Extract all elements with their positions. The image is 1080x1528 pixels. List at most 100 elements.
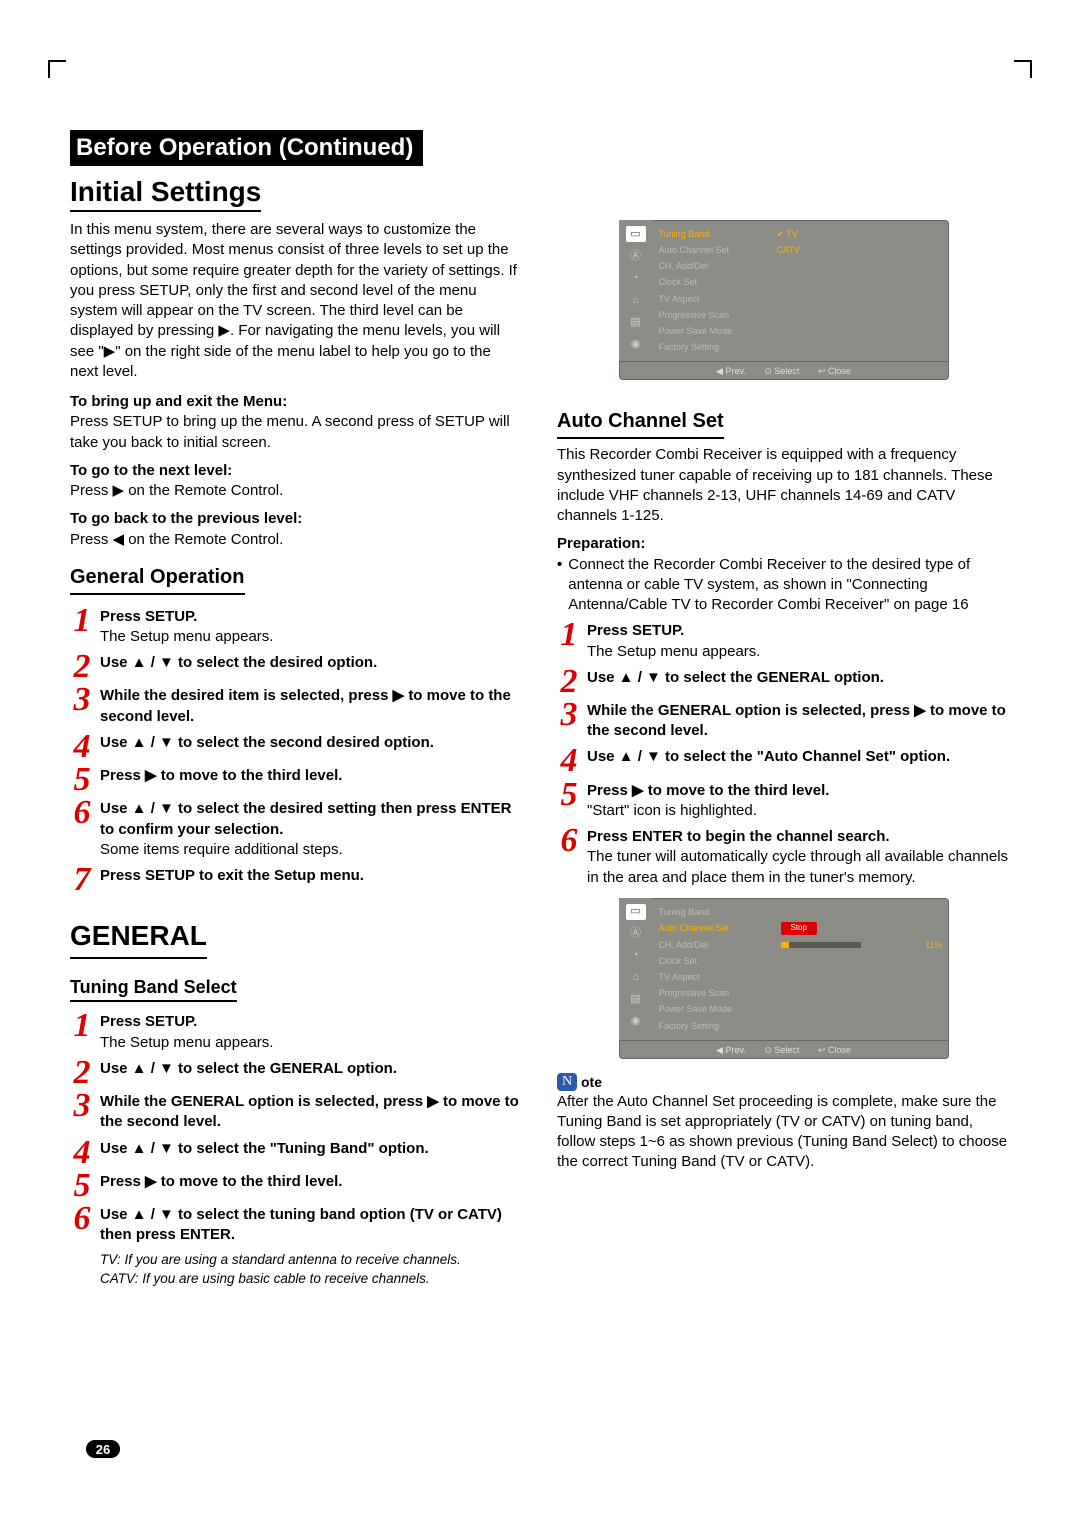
- osd-foot-select: ⊙ Select: [764, 366, 799, 376]
- step-bold: Use ▲ / ▼ to select the second desired o…: [100, 734, 434, 751]
- step: 4 Use ▲ / ▼ to select the "Tuning Band" o…: [70, 1139, 523, 1166]
- step-number: 5: [557, 781, 581, 822]
- bring-up-heading: To bring up and exit the Menu:: [70, 392, 523, 412]
- osd-icon-audio: ◔: [626, 270, 646, 286]
- osd-menu-row: Clock Set: [653, 274, 949, 290]
- osd-menu-row: Power Save Mode: [653, 323, 949, 339]
- osd-menu-label: Tuning Band: [659, 906, 777, 918]
- step: 1Press SETUP.The Setup menu appears.: [70, 1012, 523, 1053]
- step-bold: Press ENTER to begin the channel search.: [587, 828, 890, 845]
- osd-menu-row: CH. Add/Del11%: [653, 937, 949, 953]
- osd-progress-bar: [781, 942, 861, 948]
- step-number: 3: [70, 1092, 94, 1133]
- auto-intro-2: synthesized tuner capable of receiving u…: [557, 466, 1010, 527]
- osd-icon-lock: ⌂: [626, 970, 646, 986]
- next-level-heading: To go to the next level:: [70, 461, 523, 481]
- osd-menu-row: Tuning BandTV: [653, 226, 949, 242]
- step-number: 2: [557, 668, 581, 695]
- osd-foot-prev: ◀ Prev.: [716, 366, 746, 376]
- tuning-band-heading: Tuning Band Select: [70, 975, 237, 1002]
- auto-intro-1: This Recorder Combi Receiver is equipped…: [557, 445, 1010, 465]
- step-bold: Use ▲ / ▼ to select the "Tuning Band" op…: [100, 1140, 429, 1157]
- osd-icon-lock: ⌂: [626, 292, 646, 308]
- step: 6Use ▲ / ▼ to select the desired setting…: [70, 799, 523, 860]
- osd-menu-label: Clock Set: [659, 276, 777, 288]
- step-number: 3: [70, 686, 94, 727]
- step: 6Use ▲ / ▼ to select the tuning band opt…: [70, 1205, 523, 1246]
- step-number: 5: [70, 1172, 94, 1199]
- step: 5Press ▶ to move to the third level."Sta…: [557, 781, 1010, 822]
- osd-menu-label: Progressive Scan: [659, 987, 777, 999]
- osd-icon-general: ▭: [626, 904, 646, 920]
- step-number: 5: [70, 766, 94, 793]
- preparation-bullet: Connect the Recorder Combi Receiver to t…: [557, 555, 1010, 616]
- note-heading: ote: [581, 1073, 602, 1092]
- auto-channel-heading: Auto Channel Set: [557, 408, 724, 439]
- osd-menu-label: Factory Setting: [659, 1020, 777, 1032]
- osd-auto-channel: ▭ Ⓐ ◔ ⌂ ▤ ◉ Tuning BandAuto Channel SetS…: [619, 898, 949, 1059]
- step-text: The tuner will automatically cycle throu…: [587, 847, 1010, 888]
- osd-menu-row: Auto Channel SetCATV: [653, 242, 949, 258]
- osd-menu-label: Clock Set: [659, 955, 777, 967]
- osd-menu-label: CH. Add/Del: [659, 939, 777, 951]
- osd-foot-select: ⊙ Select: [764, 1045, 799, 1055]
- section-title: Before Operation (Continued): [70, 130, 423, 166]
- osd-menu-row: Progressive Scan: [653, 985, 949, 1001]
- step-number: 1: [70, 1012, 94, 1053]
- osd-menu-row: Power Save Mode: [653, 1001, 949, 1017]
- step: 3While the GENERAL option is selected, p…: [557, 701, 1010, 742]
- step-bold: Press SETUP.: [100, 608, 197, 625]
- osd-menu-row: Tuning Band: [653, 904, 949, 920]
- osd-menu-label: Auto Channel Set: [659, 244, 777, 256]
- page-title: Initial Settings: [70, 176, 261, 212]
- osd-menu-row: Factory Setting: [653, 339, 949, 355]
- intro-text: In this menu system, there are several w…: [70, 220, 523, 382]
- step-text: The Setup menu appears.: [100, 627, 523, 647]
- osd-menu-row: Auto Channel SetStop: [653, 920, 949, 937]
- step: 7Press SETUP to exit the Setup menu.: [70, 866, 523, 893]
- step-bold: Press SETUP to exit the Setup menu.: [100, 867, 364, 884]
- osd-icon-language: Ⓐ: [626, 248, 646, 264]
- osd-menu-row: Clock Set: [653, 953, 949, 969]
- osd-menu-row: CH. Add/Del: [653, 258, 949, 274]
- step: 5 Press ▶ to move to the third level.: [70, 766, 523, 793]
- tuning-note-catv: CATV: If you are using basic cable to re…: [100, 1270, 523, 1288]
- step: 2 Use ▲ / ▼ to select the GENERAL option.: [70, 1059, 523, 1086]
- page-number: 26: [86, 1440, 120, 1458]
- osd-menu-label: Factory Setting: [659, 341, 777, 353]
- osd-menu-row: Progressive Scan: [653, 307, 949, 323]
- bring-up-text: Press SETUP to bring up the menu. A seco…: [70, 412, 523, 453]
- step-text: "Start" icon is highlighted.: [587, 801, 1010, 821]
- step-bold: Press ▶ to move to the third level.: [100, 767, 342, 784]
- prev-level-heading: To go back to the previous level:: [70, 509, 523, 529]
- left-column: In this menu system, there are several w…: [70, 220, 523, 1288]
- step-bold: Use ▲ / ▼ to select the GENERAL option.: [100, 1060, 397, 1077]
- step-number: 4: [557, 747, 581, 774]
- step-number: 6: [70, 799, 94, 860]
- osd-menu-label: CH. Add/Del: [659, 260, 777, 272]
- osd-tuning-band: ▭ Ⓐ ◔ ⌂ ▤ ◉ Tuning BandTVAuto Channel Se…: [619, 220, 949, 380]
- osd-menu-label: Progressive Scan: [659, 309, 777, 321]
- osd-icon-general: ▭: [626, 226, 646, 242]
- step-number: 4: [70, 1139, 94, 1166]
- step-number: 3: [557, 701, 581, 742]
- step-bold: Use ▲ / ▼ to select the desired option.: [100, 654, 377, 671]
- general-heading: GENERAL: [70, 917, 207, 959]
- step-number: 6: [70, 1205, 94, 1246]
- step: 6 Press ENTER to begin the channel search…: [557, 827, 1010, 888]
- osd-value-tv: TV: [777, 228, 798, 240]
- step-number: 1: [557, 621, 581, 662]
- osd-icon-audio: ◔: [626, 948, 646, 964]
- step-number: 6: [557, 827, 581, 888]
- osd-menu-label: Power Save Mode: [659, 325, 777, 337]
- osd-stop-button: Stop: [781, 922, 817, 935]
- step-number: 2: [70, 1059, 94, 1086]
- step-bold: Press ▶ to move to the third level.: [100, 1173, 342, 1190]
- step: 1Press SETUP.The Setup menu appears.: [557, 621, 1010, 662]
- step: 4Use ▲ / ▼ to select the second desired …: [70, 733, 523, 760]
- step-bold: While the desired item is selected, pres…: [100, 687, 511, 724]
- tuning-note-tv: TV: If you are using a standard antenna …: [100, 1251, 523, 1269]
- osd-icon-other: ◉: [626, 336, 646, 352]
- osd-foot-close: ↩ Close: [818, 366, 851, 376]
- osd-menu-label: Tuning Band: [659, 228, 777, 240]
